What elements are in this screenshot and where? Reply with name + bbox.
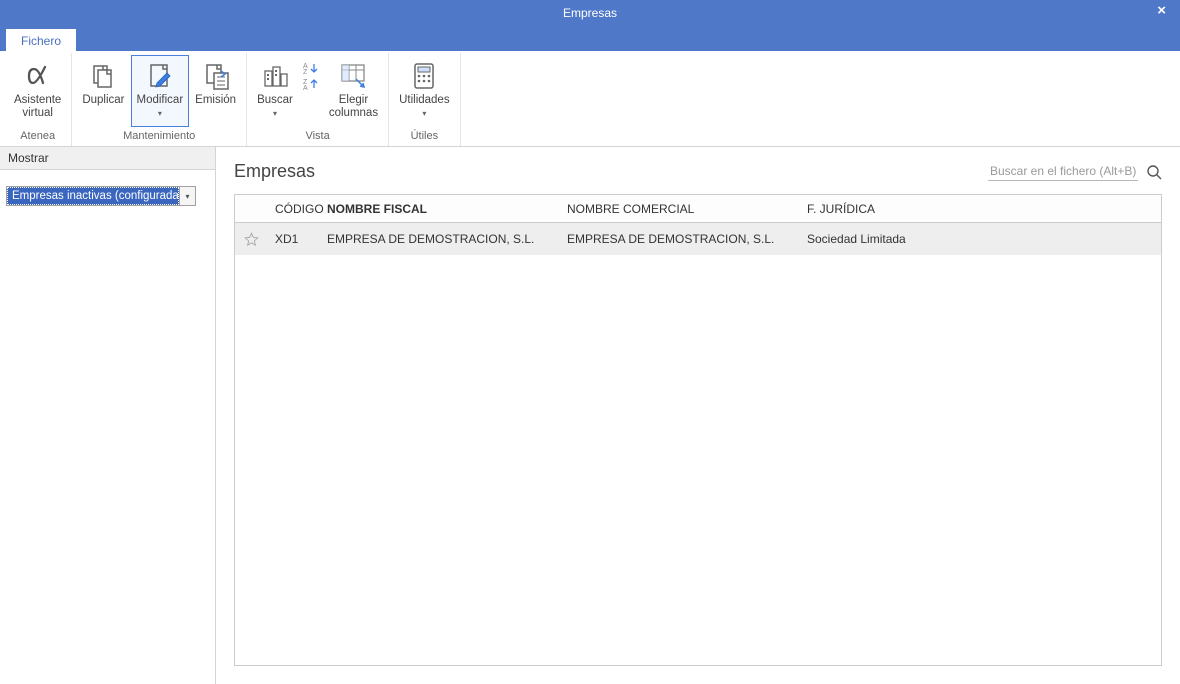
star-icon[interactable] xyxy=(235,232,267,247)
sidebar-header: Mostrar xyxy=(0,147,215,170)
ribbon-group-mantenimiento: Duplicar Modificar ▾ xyxy=(72,53,247,146)
emision-label: Emisión xyxy=(195,94,236,107)
buscar-button[interactable]: Buscar ▾ xyxy=(251,55,299,127)
chevron-down-icon: ▾ xyxy=(422,109,426,118)
chevron-down-icon[interactable]: ▾ xyxy=(179,187,195,205)
filter-combo[interactable]: Empresas inactivas (configuradas) ▾ xyxy=(6,186,196,206)
modificar-button[interactable]: Modificar ▾ xyxy=(131,55,190,127)
table-header: CÓDIGO NOMBRE FISCAL NOMBRE COMERCIAL F.… xyxy=(235,195,1161,223)
alpha-icon xyxy=(23,60,53,92)
cell-nombre-comercial: EMPRESA DE DEMOSTRACION, S.L. xyxy=(559,232,799,246)
content-area: Mostrar Empresas inactivas (configuradas… xyxy=(0,147,1180,684)
cell-nombre-fiscal: EMPRESA DE DEMOSTRACION, S.L. xyxy=(319,232,559,246)
table-body: XD1 EMPRESA DE DEMOSTRACION, S.L. EMPRES… xyxy=(235,223,1161,665)
utilidades-button[interactable]: Utilidades ▾ xyxy=(393,55,456,127)
cell-codigo: XD1 xyxy=(267,232,319,246)
svg-text:A: A xyxy=(303,85,308,91)
group-label-utiles: Útiles xyxy=(393,128,456,146)
tab-fichero[interactable]: Fichero xyxy=(6,29,76,51)
columns-icon xyxy=(338,60,368,92)
cell-f-juridica: Sociedad Limitada xyxy=(799,232,1161,246)
main-panel: Empresas CÓDIGO NOMBRE FISCAL NOMBRE COM… xyxy=(216,147,1180,684)
elegir-label-2: columnas xyxy=(329,107,378,119)
emision-button[interactable]: Emisión xyxy=(189,55,242,127)
ribbon-group-atenea: Asistente virtual Atenea xyxy=(4,53,72,146)
ribbon: Asistente virtual Atenea Duplicar xyxy=(0,51,1180,147)
sidebar: Mostrar Empresas inactivas (configuradas… xyxy=(0,147,216,684)
table-row[interactable]: XD1 EMPRESA DE DEMOSTRACION, S.L. EMPRES… xyxy=(235,223,1161,255)
filter-combo-value: Empresas inactivas (configuradas) xyxy=(7,187,179,205)
ribbon-group-vista: Buscar ▾ A Z Z A xyxy=(247,53,389,146)
search-icon[interactable] xyxy=(1146,164,1162,180)
duplicate-icon xyxy=(88,60,118,92)
group-label-vista: Vista xyxy=(251,128,384,146)
tab-strip: Fichero xyxy=(0,26,1180,51)
search-input[interactable] xyxy=(988,162,1138,181)
elegir-columnas-button[interactable]: Elegir columnas xyxy=(323,55,384,127)
chevron-down-icon: ▾ xyxy=(158,109,162,118)
col-nombre-comercial[interactable]: NOMBRE COMERCIAL xyxy=(559,202,799,216)
calculator-icon xyxy=(410,60,438,92)
modificar-label: Modificar xyxy=(137,94,184,106)
col-f-juridica[interactable]: F. JURÍDICA xyxy=(799,202,1161,216)
title-bar: Empresas × xyxy=(0,0,1180,26)
utilidades-label: Utilidades xyxy=(399,94,450,106)
edit-icon xyxy=(145,60,175,92)
window-title: Empresas xyxy=(563,6,617,20)
buildings-icon xyxy=(260,60,290,92)
emit-icon xyxy=(201,60,231,92)
data-table: CÓDIGO NOMBRE FISCAL NOMBRE COMERCIAL F.… xyxy=(234,194,1162,666)
svg-text:Z: Z xyxy=(303,69,308,75)
duplicar-label: Duplicar xyxy=(82,94,124,107)
page-title: Empresas xyxy=(234,161,315,182)
close-button[interactable]: × xyxy=(1151,2,1172,19)
sort-buttons[interactable]: A Z Z A xyxy=(299,55,323,127)
ribbon-group-utiles: Utilidades ▾ Útiles xyxy=(389,53,461,146)
asistente-label-1: Asistente xyxy=(14,94,61,106)
col-codigo[interactable]: CÓDIGO xyxy=(267,202,319,216)
asistente-virtual-button[interactable]: Asistente virtual xyxy=(8,55,67,127)
elegir-label-1: Elegir xyxy=(339,94,368,106)
sort-icon: A Z Z A xyxy=(302,60,320,92)
group-label-atenea: Atenea xyxy=(8,128,67,146)
chevron-down-icon: ▾ xyxy=(273,109,277,118)
group-label-mantenimiento: Mantenimiento xyxy=(76,128,242,146)
asistente-label-2: virtual xyxy=(22,107,53,119)
duplicar-button[interactable]: Duplicar xyxy=(76,55,130,127)
buscar-label: Buscar xyxy=(257,94,293,106)
col-nombre-fiscal[interactable]: NOMBRE FISCAL xyxy=(319,202,559,216)
